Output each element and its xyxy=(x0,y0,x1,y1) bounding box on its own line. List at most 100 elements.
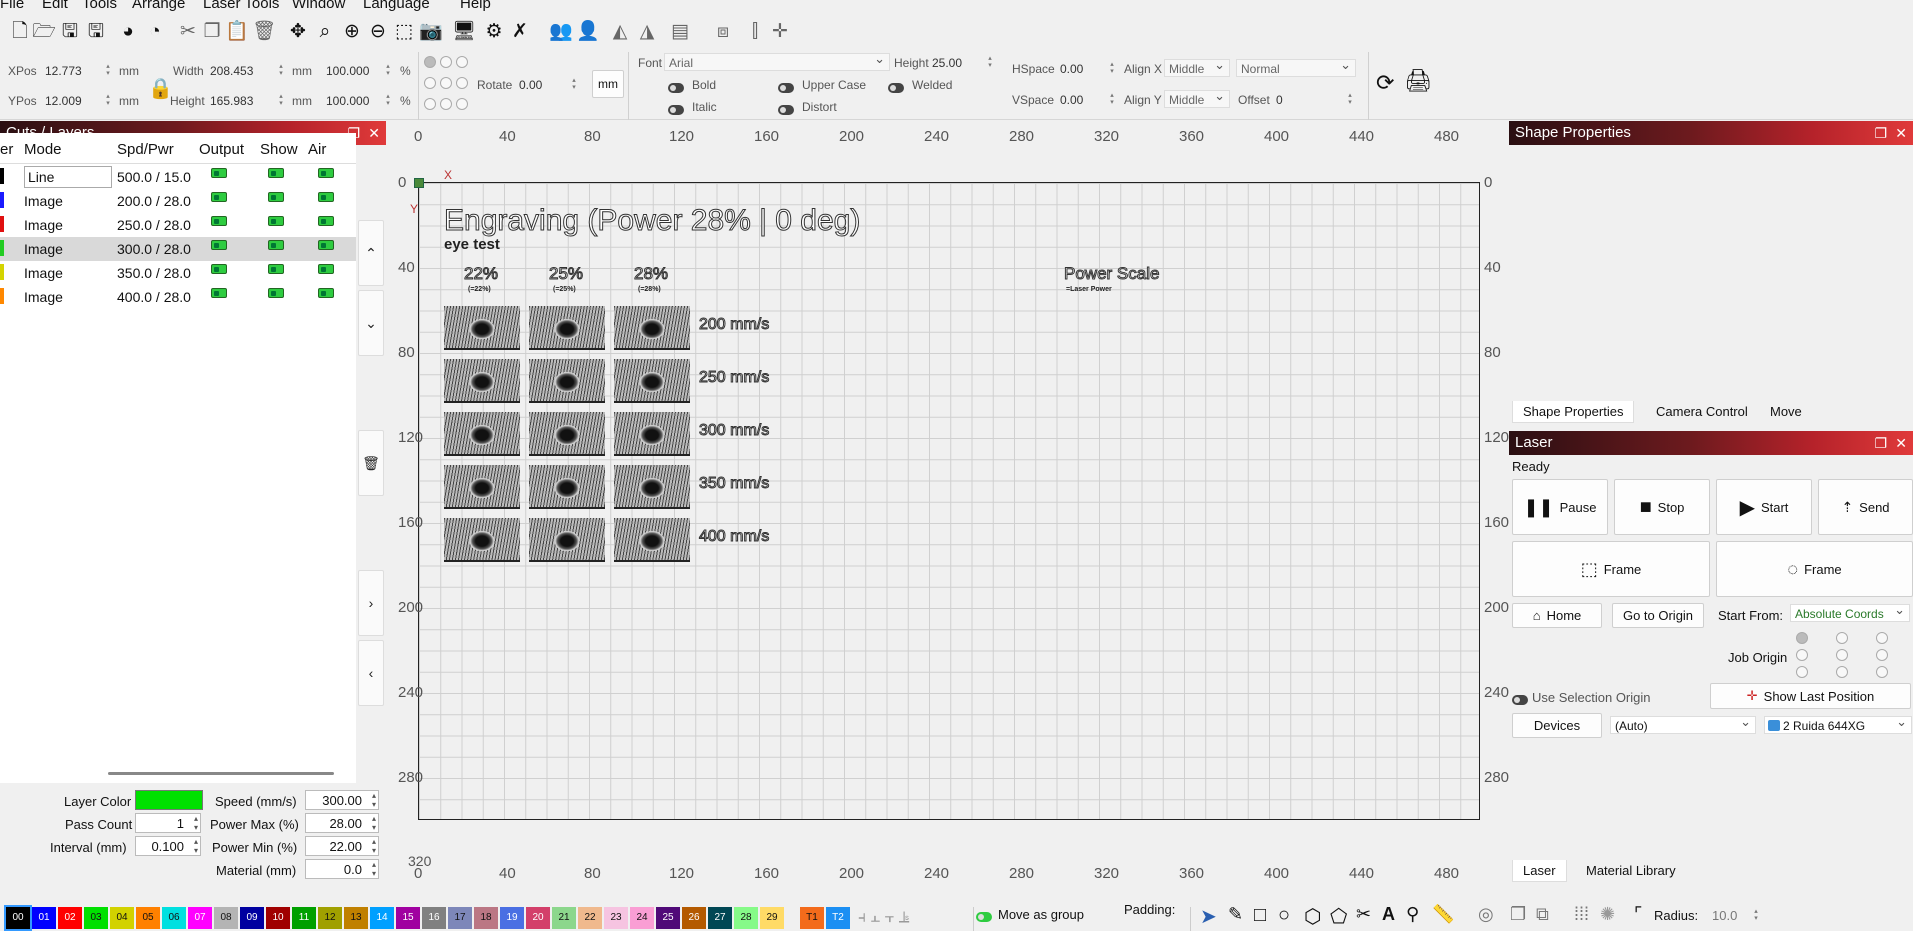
show-toggle[interactable] xyxy=(268,288,284,298)
table-row[interactable]: Image 250.0 / 28.0 xyxy=(0,213,356,237)
anchor-point-grid[interactable] xyxy=(424,56,474,118)
palette-color-21[interactable]: 21 xyxy=(552,907,576,929)
camera-icon[interactable]: 📷 xyxy=(419,20,443,44)
delete-layer-button[interactable]: 🗑 xyxy=(358,430,384,496)
hspace-input[interactable]: 0.00 xyxy=(1060,62,1083,76)
height-input[interactable]: 165.983 xyxy=(210,94,253,108)
palette-color-09[interactable]: 09 xyxy=(240,907,264,929)
height-spinner[interactable]: ▴ ▾ xyxy=(277,93,285,107)
trace-icon[interactable]: ◕ xyxy=(116,20,140,44)
layer-mode[interactable]: Image xyxy=(24,216,63,234)
col-header-air[interactable]: Air xyxy=(308,141,326,158)
delete-icon[interactable]: 🗑 xyxy=(252,20,276,44)
scale-width-spinner[interactable]: ▴ ▾ xyxy=(384,63,392,77)
table-row[interactable]: Image 200.0 / 28.0 xyxy=(0,189,356,213)
show-toggle[interactable] xyxy=(268,216,284,226)
float-panel-icon[interactable]: ❐ xyxy=(1874,431,1887,455)
select-frame-icon[interactable]: ⬚ xyxy=(392,20,416,44)
col-header-layer[interactable]: er xyxy=(0,141,13,158)
eye-image[interactable] xyxy=(614,465,690,509)
palette-color-28[interactable]: 28 xyxy=(734,907,758,929)
output-toggle[interactable] xyxy=(211,168,227,178)
palette-color-10[interactable]: 10 xyxy=(266,907,290,929)
close-panel-icon[interactable]: ✕ xyxy=(1895,431,1907,455)
menu-arrange[interactable]: Arrange xyxy=(132,0,185,12)
show-last-position-button[interactable]: ✛ Show Last Position xyxy=(1710,683,1911,709)
palette-color-17[interactable]: 17 xyxy=(448,907,472,929)
menu-window[interactable]: Window xyxy=(292,0,345,12)
hspace-spinner[interactable]: ▴ ▾ xyxy=(1108,61,1116,75)
output-toggle[interactable] xyxy=(211,264,227,274)
output-toggle[interactable] xyxy=(211,288,227,298)
show-toggle[interactable] xyxy=(268,264,284,274)
expand-panel-button[interactable]: › xyxy=(358,570,384,636)
power-max-input[interactable]: 28.00 xyxy=(305,813,379,833)
palette-color-24[interactable]: 24 xyxy=(630,907,654,929)
palette-color-22[interactable]: 22 xyxy=(578,907,602,929)
sun-icon[interactable]: ✺ xyxy=(1600,904,1615,925)
material-input[interactable]: 0.0 xyxy=(305,859,379,879)
vspace-spinner[interactable]: ▴ ▾ xyxy=(1108,92,1116,106)
output-toggle[interactable] xyxy=(211,216,227,226)
palette-color-03[interactable]: 03 xyxy=(84,907,108,929)
start-from-select[interactable]: Absolute Coords xyxy=(1790,602,1910,622)
tab-move[interactable]: Move xyxy=(1760,401,1812,423)
menu-tools[interactable]: Tools xyxy=(82,0,117,12)
air-toggle[interactable] xyxy=(318,192,334,202)
show-toggle[interactable] xyxy=(268,168,284,178)
col-header-output[interactable]: Output xyxy=(199,141,244,158)
open-folder-icon[interactable]: 🗁 xyxy=(32,20,56,44)
select-arrow-icon[interactable]: ➤ xyxy=(1200,904,1217,929)
ellipse-icon[interactable]: ○ xyxy=(1278,904,1290,927)
monitor-icon[interactable]: 🖥 xyxy=(452,20,476,44)
palette-color-18[interactable]: 18 xyxy=(474,907,498,929)
table-row[interactable]: Image 300.0 / 28.0 xyxy=(0,237,356,261)
align-x-select[interactable]: Middle xyxy=(1164,57,1230,77)
rotate-spinner[interactable]: ▴ ▾ xyxy=(570,77,578,91)
width-input[interactable]: 208.453 xyxy=(210,64,253,78)
eye-image[interactable] xyxy=(529,306,605,350)
scale-height-spinner[interactable]: ▴ ▾ xyxy=(384,93,392,107)
upper-case-toggle[interactable] xyxy=(778,79,794,94)
user-icon[interactable]: 👤 xyxy=(576,20,600,44)
ungroup-icon[interactable]: ⧉ xyxy=(1536,904,1549,925)
align-left-icon[interactable]: ▤ xyxy=(668,20,692,44)
output-toggle[interactable] xyxy=(211,240,227,250)
xpos-input[interactable]: 12.773 xyxy=(45,64,82,78)
palette-color-16[interactable]: 16 xyxy=(422,907,446,929)
eye-image[interactable] xyxy=(614,306,690,350)
layer-mode[interactable]: Image xyxy=(24,288,63,306)
mirror-icon[interactable]: ◮ xyxy=(635,20,659,44)
move-layer-down-button[interactable]: ⌄ xyxy=(358,290,384,356)
power-min-input[interactable]: 22.00 xyxy=(305,836,379,856)
text-style-select[interactable]: Normal xyxy=(1236,57,1356,77)
save-as-icon[interactable]: 🖫 xyxy=(84,20,108,44)
italic-toggle[interactable] xyxy=(668,101,684,116)
palette-color-02[interactable]: 02 xyxy=(58,907,82,929)
unit-toggle-button[interactable]: mm xyxy=(592,70,624,98)
table-row[interactable]: Line 500.0 / 15.0 xyxy=(0,165,356,189)
palette-color-08[interactable]: 08 xyxy=(214,907,238,929)
welded-toggle[interactable] xyxy=(888,79,904,94)
rotate-machine-icon[interactable]: ⟳ xyxy=(1376,70,1394,96)
ypos-spinner[interactable]: ▴ ▾ xyxy=(104,93,112,107)
palette-color-11[interactable]: 11 xyxy=(292,907,316,929)
palette-color-19[interactable]: 19 xyxy=(500,907,524,929)
rotate-input[interactable]: 0.00 xyxy=(519,78,542,92)
layer-mode[interactable]: Image xyxy=(24,240,63,258)
eye-image[interactable] xyxy=(529,465,605,509)
palette-color-T1[interactable]: T1 xyxy=(800,907,824,929)
xpos-spinner[interactable]: ▴ ▾ xyxy=(104,63,112,77)
use-selection-origin-toggle[interactable] xyxy=(1512,691,1528,706)
palette-color-00[interactable]: 00 xyxy=(4,905,32,931)
offset-spinner[interactable]: ▴ ▾ xyxy=(1346,92,1354,106)
show-toggle[interactable] xyxy=(268,192,284,202)
save-icon[interactable]: 🖫 xyxy=(58,20,82,44)
output-toggle[interactable] xyxy=(211,192,227,202)
zoom-fit-icon[interactable]: ⌕ xyxy=(313,20,337,44)
port-select[interactable]: (Auto) xyxy=(1610,714,1756,734)
close-panel-icon[interactable]: ✕ xyxy=(1895,121,1907,145)
ypos-input[interactable]: 12.009 xyxy=(45,94,82,108)
distort-toggle[interactable] xyxy=(778,101,794,116)
start-button[interactable]: ▶ Start xyxy=(1716,479,1812,535)
